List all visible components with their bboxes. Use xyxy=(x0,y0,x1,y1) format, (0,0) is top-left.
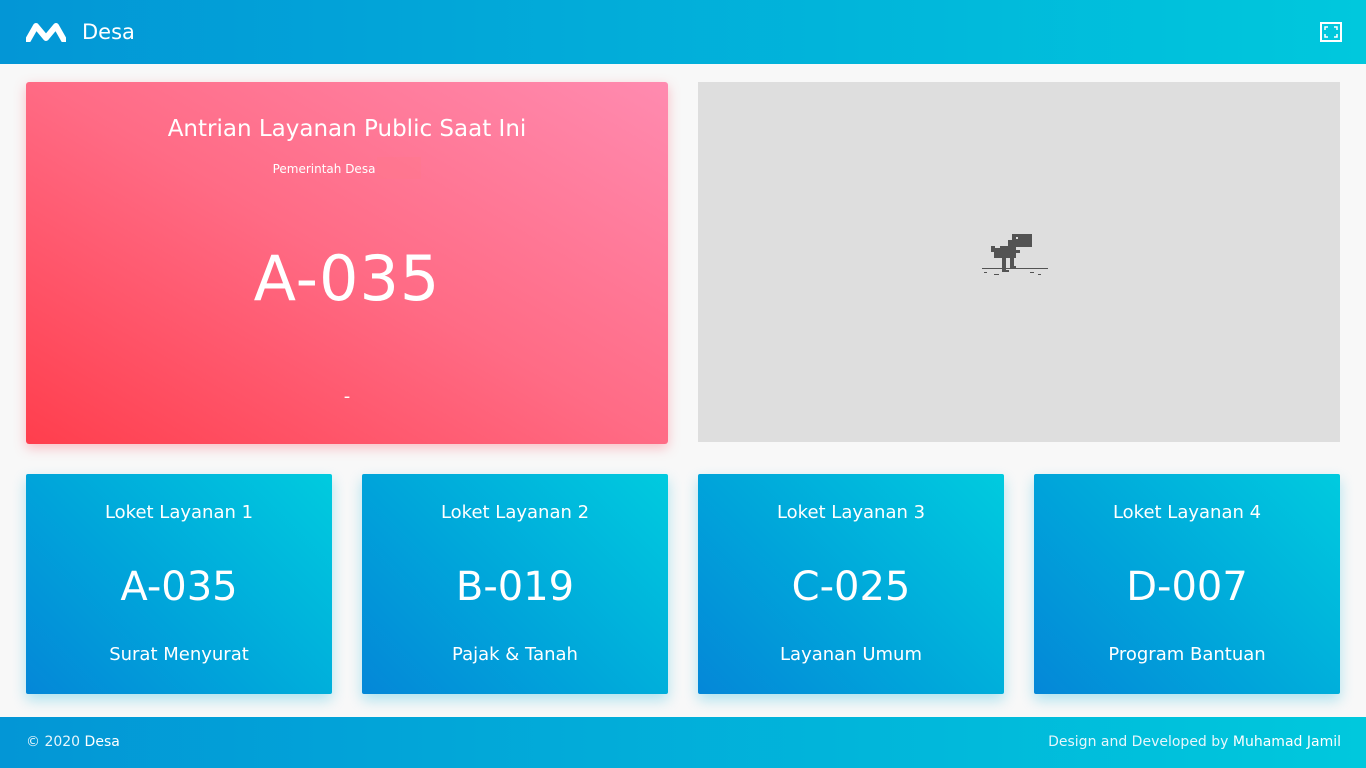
counter-card-4: Loket Layanan 4 D-007 Program Bantuan xyxy=(1034,474,1340,694)
counter-name: Loket Layanan 1 xyxy=(104,502,254,523)
counter-name: Loket Layanan 2 xyxy=(440,502,590,523)
counter-name: Loket Layanan 3 xyxy=(776,502,926,523)
footer: © 2020 Desa Design and Developed by Muha… xyxy=(0,717,1366,768)
dinosaur-icon xyxy=(982,234,1048,275)
media-panel[interactable] xyxy=(698,82,1340,442)
copyright-text: © 2020 xyxy=(26,734,81,750)
counter-card-1: Loket Layanan 1 A-035 Surat Menyurat xyxy=(26,474,332,694)
counter-service: Program Bantuan xyxy=(1108,644,1266,665)
counter-queue-number: C-025 xyxy=(791,564,911,610)
counter-service: Pajak & Tanah xyxy=(452,644,578,665)
counter-queue-number: A-035 xyxy=(120,564,238,610)
credit-prefix: Design and Developed by xyxy=(1048,734,1229,750)
current-queue-subtitle-row: Pemerintah Desa xyxy=(26,157,668,179)
footer-copyright: © 2020 Desa xyxy=(26,734,120,750)
counter-queue-number: B-019 xyxy=(455,564,575,610)
counter-queue-number: D-007 xyxy=(1126,564,1248,610)
current-queue-card: Antrian Layanan Public Saat Ini Pemerint… xyxy=(26,82,668,444)
fullscreen-icon[interactable] xyxy=(1320,22,1342,42)
current-queue-title: Antrian Layanan Public Saat Ini xyxy=(167,116,527,142)
brand-title[interactable]: Desa xyxy=(82,20,135,44)
counter-name: Loket Layanan 4 xyxy=(1112,502,1262,523)
top-navbar: Desa xyxy=(0,0,1366,64)
subtitle-highlight xyxy=(377,157,422,179)
counter-card-3: Loket Layanan 3 C-025 Layanan Umum xyxy=(698,474,1004,694)
footer-brand-link[interactable]: Desa xyxy=(85,734,120,750)
current-queue-number: A-035 xyxy=(253,242,441,315)
counter-service: Layanan Umum xyxy=(780,644,922,665)
current-queue-counter-label: - xyxy=(343,386,351,407)
counter-service: Surat Menyurat xyxy=(109,644,249,665)
counter-card-2: Loket Layanan 2 B-019 Pajak & Tanah xyxy=(362,474,668,694)
footer-credit: Design and Developed by Muhamad Jamil xyxy=(1048,734,1341,750)
author-link[interactable]: Muhamad Jamil xyxy=(1233,734,1341,750)
current-queue-subtitle: Pemerintah Desa xyxy=(272,161,376,176)
logo-icon xyxy=(26,23,66,42)
